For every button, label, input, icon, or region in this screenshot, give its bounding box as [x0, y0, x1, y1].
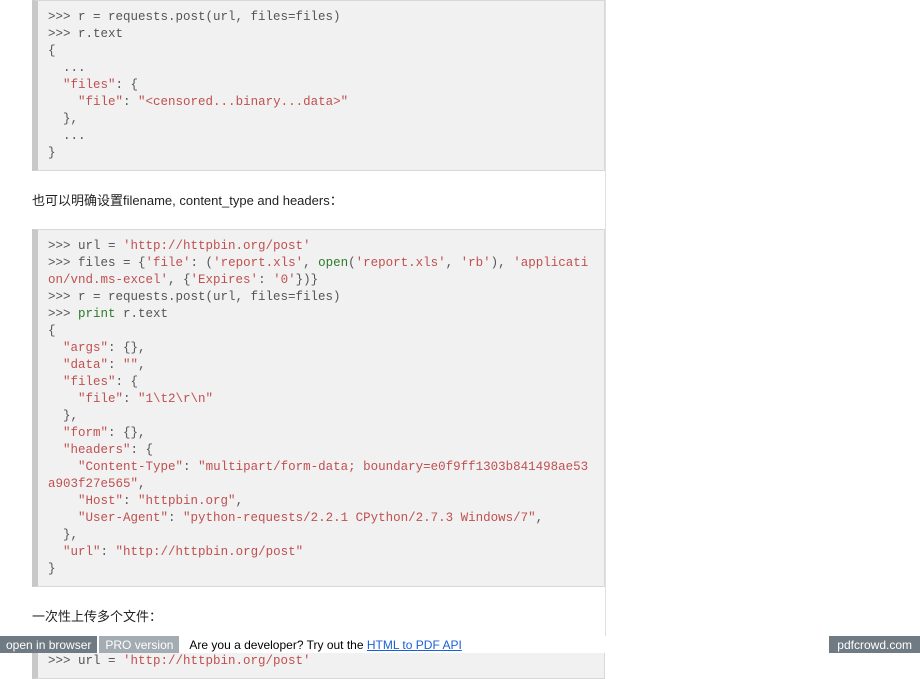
pro-version-button[interactable]: PRO version — [99, 636, 179, 653]
footer-bar: open in browser PRO version Are you a de… — [0, 636, 920, 653]
footer-dev-text: Are you a developer? Try out the HTML to… — [189, 638, 461, 652]
code-block-1: >>> r = requests.post(url, files=files) … — [32, 0, 605, 171]
main-content: >>> r = requests.post(url, files=files) … — [0, 0, 605, 636]
sidebar — [605, 0, 920, 636]
open-in-browser-button[interactable]: open in browser — [0, 636, 97, 653]
pdfcrowd-link[interactable]: pdfcrowd.com — [829, 636, 920, 653]
code-block-2: >>> url = 'http://httpbin.org/post' >>> … — [32, 229, 605, 587]
paragraph-1: 也可以明确设置filename, content_type and header… — [32, 191, 605, 211]
html-to-pdf-link[interactable]: HTML to PDF API — [367, 638, 462, 652]
paragraph-2: 一次性上传多个文件： — [32, 607, 605, 627]
